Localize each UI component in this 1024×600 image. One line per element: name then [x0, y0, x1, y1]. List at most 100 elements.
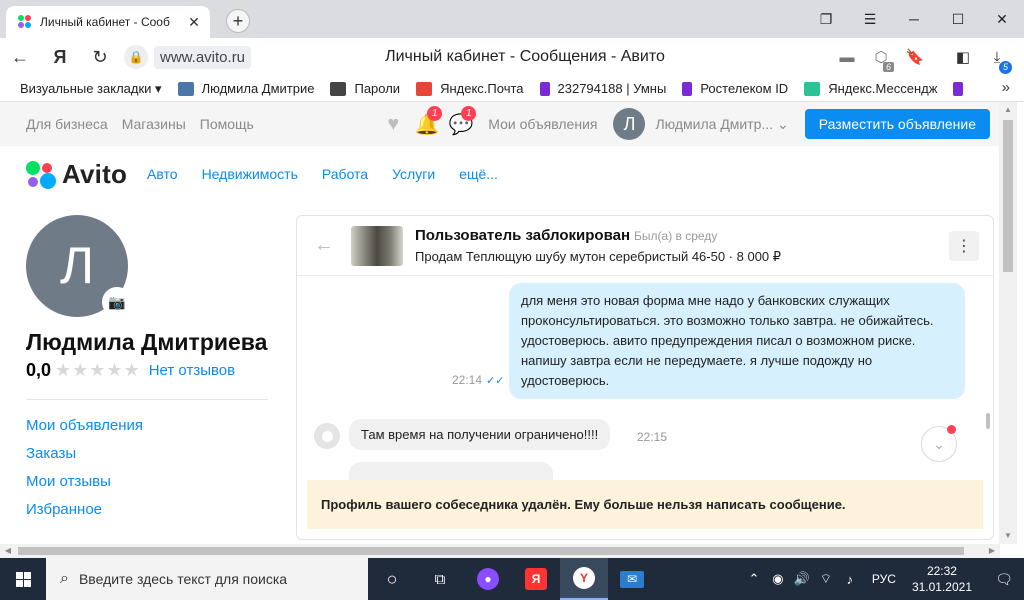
clock-date: 31.01.2021 — [911, 580, 972, 594]
reload-icon[interactable]: ↻ — [80, 38, 120, 76]
chat-scrollbar[interactable] — [986, 413, 990, 429]
link-help[interactable]: Помощь — [200, 116, 254, 132]
address-bar[interactable]: 🔒 www.avito.ru — [124, 44, 252, 70]
scroll-right-arrow-icon[interactable]: ▶ — [984, 544, 1000, 558]
profile-avatar[interactable]: Л 📷 — [26, 215, 132, 317]
bookmark-passwords[interactable]: Пароли — [330, 81, 400, 96]
extensions-icon[interactable]: ◧ — [946, 48, 980, 66]
yandex-logo-icon: Я — [525, 568, 547, 590]
scroll-down-arrow-icon[interactable]: ▼ — [999, 528, 1017, 544]
more-bookmarks-icon[interactable]: » — [1002, 79, 1010, 96]
rating-value: 0,0 — [26, 360, 52, 380]
alice-app[interactable]: ● — [464, 558, 512, 600]
menu-my-reviews[interactable]: Мои отзывы — [26, 468, 268, 496]
menu-orders[interactable]: Заказы — [26, 440, 268, 468]
bookmark-messenger[interactable]: Яндекс.Мессендж — [804, 81, 937, 96]
url-domain[interactable]: www.avito.ru — [154, 45, 252, 69]
scroll-thumb-horizontal[interactable] — [18, 547, 964, 555]
nav-realty[interactable]: Недвижимость — [202, 166, 298, 182]
listing-subtitle[interactable]: Продам Теплющую шубу мутон серебристый 4… — [415, 249, 781, 265]
chat-header-text: Пользователь заблокирован Был(а) в среду … — [415, 227, 781, 265]
link-shops[interactable]: Магазины — [122, 116, 186, 132]
alice-icon: ● — [477, 568, 499, 590]
scroll-down-button[interactable]: ⌄ — [921, 425, 957, 462]
webcam-icon[interactable]: ◉ — [766, 571, 790, 587]
browser-tab[interactable]: Личный кабинет - Сооб ✕ — [6, 6, 210, 38]
nav-services[interactable]: Услуги — [392, 166, 435, 182]
menu-favorites[interactable]: Избранное — [26, 496, 268, 524]
nav-auto[interactable]: Авто — [147, 166, 178, 182]
profile-rating: 0,0 ★★★★★ Нет отзывов — [26, 360, 268, 381]
user-name-dropdown[interactable]: Людмила Дмитр... ⌄ — [655, 116, 788, 133]
scroll-left-arrow-icon[interactable]: ◀ — [0, 544, 16, 558]
link-for-business[interactable]: Для бизнеса — [26, 116, 108, 132]
bookmark-visual[interactable]: Визуальные закладки ▾ — [20, 81, 162, 97]
lock-icon[interactable]: 🔒 — [124, 45, 148, 69]
chevron-down-icon: ⌄ — [777, 115, 789, 132]
avito-logo[interactable]: Avito — [26, 159, 127, 190]
minimize-button[interactable]: ─ — [892, 0, 936, 38]
tab-collections-icon[interactable]: ❐ — [804, 0, 848, 38]
avito-logo-icon — [26, 159, 56, 189]
chat-icon[interactable]: ▬ — [830, 49, 864, 66]
listing-thumbnail[interactable] — [351, 225, 403, 266]
maximize-button[interactable]: ☐ — [936, 0, 980, 38]
wifi-icon[interactable]: ⌔ — [814, 571, 838, 587]
bookmark-extra[interactable] — [953, 81, 971, 96]
messages-icon[interactable]: 💬 1 — [444, 105, 478, 137]
nav-jobs[interactable]: Работа — [322, 166, 368, 182]
browser-menu-icon[interactable]: ☰ — [848, 0, 892, 38]
page-horizontal-scrollbar[interactable]: ◀ ▶ — [0, 544, 1000, 558]
new-tab-button[interactable]: + — [226, 9, 250, 33]
language-indicator[interactable]: РУС — [872, 572, 896, 586]
downloads-badge: 5 — [999, 60, 1012, 74]
no-reviews-link[interactable]: Нет отзывов — [149, 362, 235, 379]
system-tray: ⌃ ◉ 🔊 ⌔ ♪ РУС 22:32 31.01.2021 🗨 — [742, 558, 1024, 600]
bookmark-rostelecom[interactable]: Ростелеком ID — [682, 81, 788, 96]
user-area: ♥ 🔔 1 💬 1 Мои объявления Л Людмила Дмитр..… — [376, 102, 990, 146]
mail-icon: ✉ — [620, 570, 644, 588]
post-ad-button[interactable]: Разместить объявление — [804, 109, 990, 139]
cortana-icon[interactable]: ○ — [368, 558, 416, 600]
task-view-icon[interactable]: ⧉ — [416, 558, 464, 600]
mail-app[interactable]: ✉ — [608, 558, 656, 600]
yandex-browser-app[interactable]: Y — [560, 558, 608, 600]
yandex-icon[interactable]: Я — [40, 38, 80, 76]
vk-icon — [177, 81, 194, 96]
menu-my-ads[interactable]: Мои объявления — [26, 412, 268, 440]
taskbar-search[interactable]: ⌕ Введите здесь текст для поиска — [46, 558, 368, 600]
chat-panel: ← Пользователь заблокирован Был(а) в сред… — [296, 215, 994, 540]
protect-icon[interactable]: ⬡ 6 — [864, 48, 898, 72]
clock[interactable]: 22:32 31.01.2021 — [912, 563, 972, 595]
back-arrow-icon[interactable]: ← — [297, 234, 351, 257]
scroll-thumb[interactable] — [1003, 120, 1013, 272]
start-button[interactable] — [0, 558, 46, 600]
logo-text: Avito — [62, 158, 128, 189]
notifications-icon[interactable]: 🗨 — [984, 571, 1024, 588]
my-ads-link[interactable]: Мои объявления — [488, 116, 597, 132]
bookmark-icon[interactable]: 🔖 — [898, 48, 932, 66]
downloads-icon[interactable]: ⤓ 5 — [980, 49, 1014, 74]
avatar[interactable]: Л — [613, 108, 646, 140]
more-options-icon[interactable]: ⋮ — [949, 231, 979, 261]
volume-icon[interactable]: ♪ — [838, 572, 862, 587]
page-vertical-scrollbar[interactable]: ▲ ▼ — [999, 102, 1017, 544]
mail-icon — [416, 81, 433, 96]
back-arrow-icon[interactable]: ← — [0, 38, 40, 76]
bookmark-vk[interactable]: Людмила Дмитрие — [177, 81, 314, 96]
last-seen-status: Был(а) в среду — [634, 228, 718, 243]
yandex-app[interactable]: Я — [512, 558, 560, 600]
bell-icon[interactable]: 🔔 1 — [410, 105, 444, 137]
bookmark-umny[interactable]: 232794188 | Умны — [539, 81, 666, 96]
heart-icon[interactable]: ♥ — [376, 113, 410, 136]
scroll-up-arrow-icon[interactable]: ▲ — [999, 102, 1017, 118]
nav-more[interactable]: ещё... — [459, 166, 498, 182]
camera-icon[interactable]: 📷 — [102, 287, 132, 317]
outgoing-message: для меня это новая форма мне надо у банк… — [509, 283, 965, 399]
read-checkmarks-icon: ✓✓ — [486, 375, 505, 387]
show-hidden-icons[interactable]: ⌃ — [742, 571, 766, 587]
bookmark-yandex-mail[interactable]: Яндекс.Почта — [416, 81, 524, 96]
speaker-icon[interactable]: 🔊 — [790, 571, 814, 587]
close-window-button[interactable]: ✕ — [980, 0, 1024, 38]
close-tab-icon[interactable]: ✕ — [186, 14, 202, 31]
